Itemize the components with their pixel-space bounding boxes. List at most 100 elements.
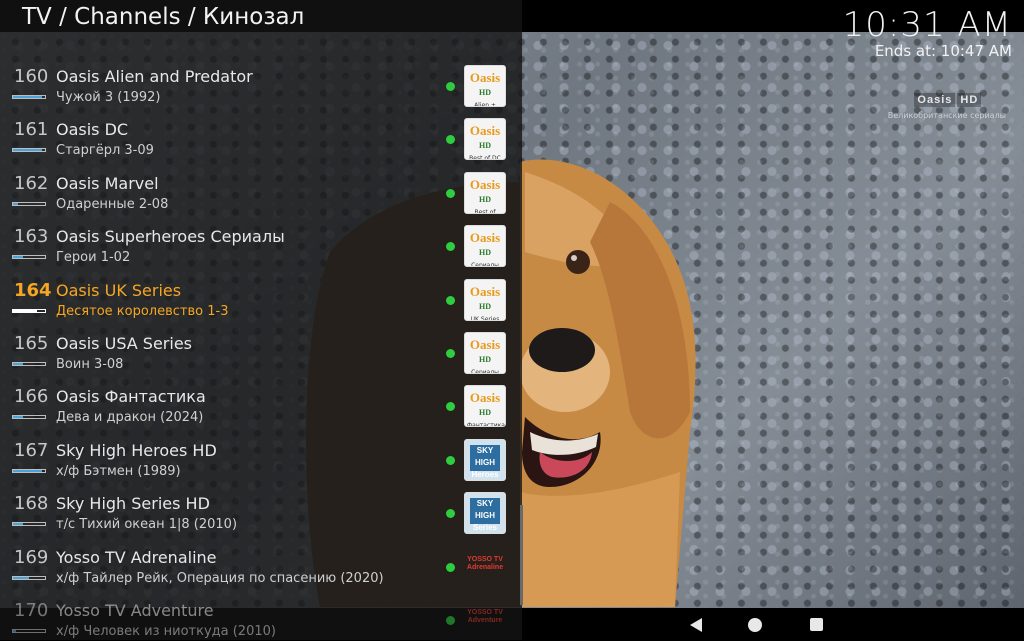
home-circle-icon[interactable] [748, 618, 762, 632]
logo-brand: Oasis [469, 336, 501, 352]
program-progress-bar [12, 255, 46, 260]
channel-name: Sky High Heroes HD [56, 440, 217, 460]
logo-brand: Oasis [469, 123, 501, 139]
channel-name: Oasis USA Series [56, 333, 192, 353]
program-progress-bar [12, 95, 46, 99]
logo-badge: HD [479, 301, 491, 311]
channel-name: Sky High Series HD [56, 494, 210, 514]
channel-name: Oasis Marvel [56, 173, 159, 193]
channel-row[interactable]: 164 Oasis UK Series Десятое королевство … [0, 264, 522, 321]
logo-brand: YOSSO TV [467, 555, 503, 563]
channel-number: 165 [14, 332, 49, 354]
back-triangle-icon[interactable] [690, 618, 702, 632]
online-status-icon [446, 348, 455, 358]
channel-name: Oasis Фантастика [56, 387, 206, 407]
channel-logo: Oasis HD Сериалы [464, 225, 506, 268]
channel-number: 170 [14, 599, 49, 621]
watermark-brand: Oasis [914, 93, 956, 108]
online-status-icon [446, 615, 455, 625]
online-status-icon [446, 455, 455, 465]
channel-name: Oasis Superheroes Сериалы [56, 227, 285, 247]
logo-brand: YOSSO TV [467, 608, 503, 616]
channel-number: 164 [14, 279, 52, 301]
program-progress-fill [13, 469, 42, 472]
logo-caption: Adrenaline [466, 563, 504, 571]
logo-brand: SKY HIGH [475, 445, 495, 467]
program-progress-fill [13, 362, 23, 365]
logo-brand: Oasis [469, 70, 501, 85]
program-progress-bar [12, 575, 46, 580]
channel-logo: Oasis HD Alien + Predator [464, 65, 506, 107]
channel-name: Oasis UK Series [56, 280, 182, 300]
channel-number: 160 [14, 66, 49, 87]
channel-row[interactable]: 168 Sky High Series HD т/с Тихий океан 1… [0, 477, 522, 535]
ends-at: Ends at: 10:47 AM [874, 42, 1012, 60]
online-status-icon [446, 242, 455, 252]
channel-row[interactable]: 166 Oasis Фантастика Дева и дракон (2024… [0, 370, 522, 428]
program-progress-fill [13, 416, 23, 419]
channel-number: 169 [14, 546, 49, 568]
channel-number: 167 [14, 439, 49, 461]
program-progress-fill [13, 202, 18, 205]
logo-badge: HD [479, 408, 491, 418]
logo-brand: Oasis [469, 390, 501, 406]
channel-logo: SKY HIGH Heroes [464, 438, 506, 481]
channel-row[interactable]: 160 Oasis Alien and Predator Чужой 3 (19… [0, 50, 522, 107]
online-status-icon [446, 135, 455, 145]
program-progress-bar [12, 468, 46, 473]
logo-brand: Oasis [469, 230, 501, 246]
online-status-icon [446, 509, 455, 519]
channel-name: Yosso TV Adventure [56, 600, 214, 620]
online-status-icon [446, 188, 455, 198]
online-status-icon [446, 402, 455, 412]
channel-logo: Oasis HD Best of DC [464, 118, 506, 161]
program-progress-bar [12, 628, 46, 633]
clock: 10:31 AM [842, 5, 1012, 45]
channel-row[interactable]: 163 Oasis Superheroes Сериалы Герои 1-02… [0, 210, 522, 268]
program-progress-fill [13, 576, 29, 579]
logo-caption: Adventure [467, 616, 503, 624]
logo-badge: HD [479, 88, 491, 97]
program-progress-fill [13, 523, 23, 526]
watermark-subtitle: Великобританские сериалы [887, 111, 1006, 120]
online-status-icon [446, 295, 455, 305]
channel-row[interactable]: 167 Sky High Heroes HD х/ф Бэтмен (1989)… [0, 424, 522, 481]
logo-badge: HD [479, 194, 491, 204]
channel-name: Yosso TV Adrenaline [56, 547, 217, 567]
logo-brand: Oasis [469, 176, 501, 192]
logo-badge: HD [479, 354, 491, 364]
system-navbar [522, 608, 1024, 640]
channel-number: 166 [14, 386, 49, 408]
channel-name: Oasis Alien and Predator [56, 67, 253, 86]
channel-name: Oasis DC [56, 120, 129, 140]
channel-number: 161 [14, 119, 49, 141]
channel-row[interactable]: 165 Oasis USA Series Воин 3-08 Oasis HD … [0, 317, 522, 374]
logo-badge: HD [479, 248, 491, 258]
program-progress-fill [13, 96, 42, 98]
channel-number: 168 [14, 493, 49, 515]
logo-brand: SKY HIGH [475, 499, 495, 521]
program-progress-bar [12, 148, 46, 153]
channel-row[interactable]: 169 Yosso TV Adrenaline х/ф Тайлер Рейк,… [0, 531, 522, 586]
channel-row[interactable]: 162 Oasis Marvel Одаренные 2-08 Oasis HD… [0, 157, 522, 214]
program-progress-bar [12, 201, 46, 206]
program-progress-fill [13, 629, 17, 632]
channel-logo: YOSSO TV Adrenaline [464, 546, 506, 588]
program-progress-fill [13, 309, 37, 312]
online-status-icon [446, 562, 455, 572]
channel-number: 162 [14, 172, 49, 194]
online-status-icon [446, 82, 455, 91]
channel-number: 163 [14, 226, 49, 248]
watermark-channel-logo: Oasis HD Великобританские сериалы [888, 88, 1006, 121]
channel-row[interactable]: 170 Yosso TV Adventure х/ф Человек из ни… [0, 584, 522, 639]
channel-logo: SKY HIGH Series [464, 492, 506, 535]
program-progress-fill [13, 149, 42, 152]
recents-square-icon[interactable] [810, 618, 823, 631]
channel-logo: YOSSO TV Adventure [464, 599, 506, 641]
channel-list-panel[interactable]: 160 Oasis Alien and Predator Чужой 3 (19… [0, 0, 523, 640]
channel-list[interactable]: 160 Oasis Alien and Predator Чужой 3 (19… [0, 50, 522, 639]
channel-row[interactable]: 161 Oasis DC Старгёрл 3-09 Oasis HD Best… [0, 103, 522, 161]
channel-logo: Oasis HD Best of Marvel [464, 171, 506, 214]
list-scrollbar[interactable] [520, 505, 523, 605]
channel-program: х/ф Человек из ниоткуда (2010) [56, 623, 276, 639]
